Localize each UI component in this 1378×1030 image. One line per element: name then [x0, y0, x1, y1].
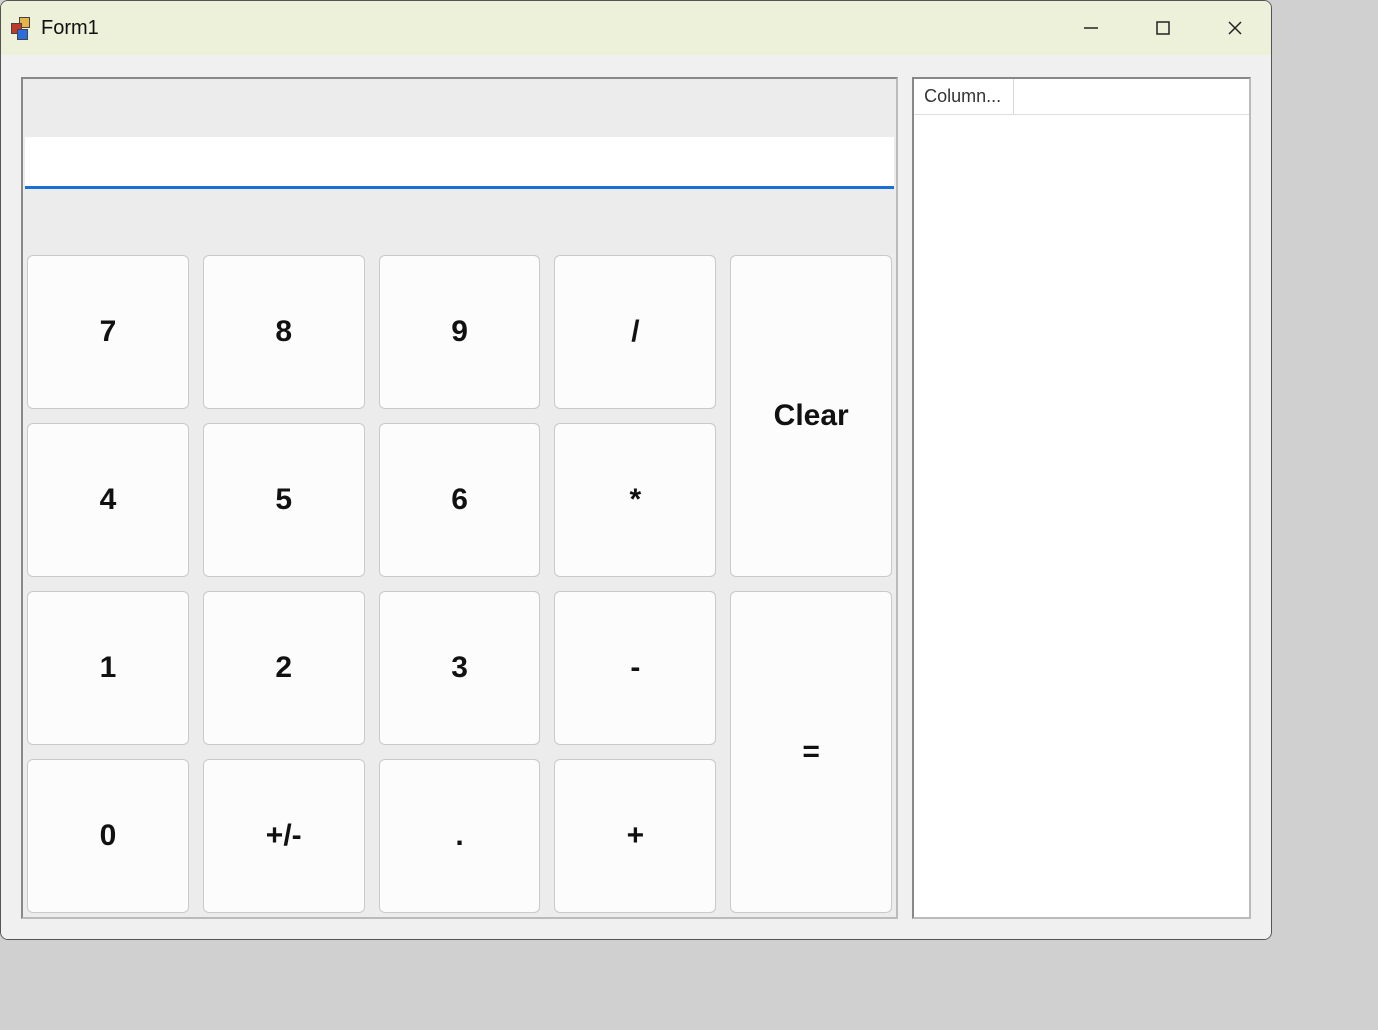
- window-controls: [1055, 1, 1271, 55]
- minimize-icon: [1082, 19, 1100, 37]
- key-add[interactable]: +: [554, 759, 716, 913]
- client-area: 7 8 9 / Clear 4 5 6 * 1 2 3 - = 0 +/- . …: [1, 55, 1271, 939]
- key-9[interactable]: 9: [379, 255, 541, 409]
- display-input[interactable]: [25, 137, 894, 189]
- form-window: Form1 7 8 9 / Clear 4: [0, 0, 1272, 940]
- key-clear[interactable]: Clear: [730, 255, 892, 577]
- close-icon: [1226, 19, 1244, 37]
- key-multiply[interactable]: *: [554, 423, 716, 577]
- calculator-panel: 7 8 9 / Clear 4 5 6 * 1 2 3 - = 0 +/- . …: [21, 77, 898, 919]
- key-3[interactable]: 3: [379, 591, 541, 745]
- minimize-button[interactable]: [1055, 1, 1127, 55]
- maximize-icon: [1155, 20, 1171, 36]
- key-4[interactable]: 4: [27, 423, 189, 577]
- key-negate[interactable]: +/-: [203, 759, 365, 913]
- key-0[interactable]: 0: [27, 759, 189, 913]
- key-8[interactable]: 8: [203, 255, 365, 409]
- key-2[interactable]: 2: [203, 591, 365, 745]
- titlebar[interactable]: Form1: [1, 1, 1271, 55]
- listview-header: Column...: [914, 79, 1249, 115]
- column-header[interactable]: Column...: [914, 79, 1014, 114]
- history-listview[interactable]: Column...: [912, 77, 1251, 919]
- key-subtract[interactable]: -: [554, 591, 716, 745]
- window-title: Form1: [41, 17, 99, 40]
- key-divide[interactable]: /: [554, 255, 716, 409]
- app-icon: [11, 17, 33, 39]
- key-equals[interactable]: =: [730, 591, 892, 913]
- close-button[interactable]: [1199, 1, 1271, 55]
- key-5[interactable]: 5: [203, 423, 365, 577]
- key-1[interactable]: 1: [27, 591, 189, 745]
- maximize-button[interactable]: [1127, 1, 1199, 55]
- key-7[interactable]: 7: [27, 255, 189, 409]
- display-wrap: [23, 137, 896, 189]
- keypad: 7 8 9 / Clear 4 5 6 * 1 2 3 - = 0 +/- . …: [27, 255, 892, 913]
- key-decimal[interactable]: .: [379, 759, 541, 913]
- key-6[interactable]: 6: [379, 423, 541, 577]
